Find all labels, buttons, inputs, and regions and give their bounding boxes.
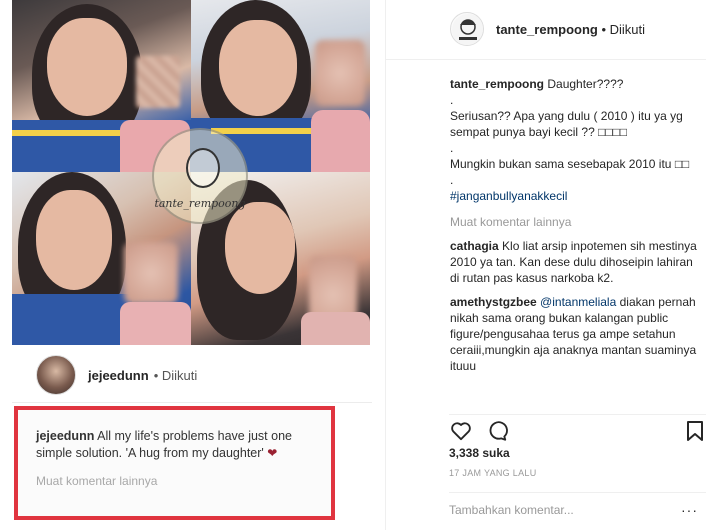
comment-icon[interactable] bbox=[485, 419, 509, 443]
more-options-icon[interactable]: ··· bbox=[681, 502, 698, 518]
watermark-logo: tante_rempoong bbox=[152, 128, 248, 224]
post-author-link[interactable]: tante_rempoong • Diikuti bbox=[496, 22, 645, 37]
embedded-caption-username: jejeedunn bbox=[36, 429, 95, 443]
caption-username[interactable]: tante_rempoong bbox=[450, 77, 544, 91]
heart-icon[interactable] bbox=[449, 419, 473, 443]
highlighted-caption-box: jejeedunn All my life's problems have ju… bbox=[14, 406, 335, 520]
add-comment-bar: ··· bbox=[449, 492, 706, 530]
comments-section: tante_rempoong Daughter???? . Seriusan??… bbox=[450, 76, 702, 374]
hashtag-link[interactable]: #janganbullyanakkecil bbox=[450, 188, 702, 204]
bookmark-icon[interactable] bbox=[683, 419, 706, 443]
caption-line-3: Seriusan?? Apa yang dulu ( 2010 ) itu ya… bbox=[450, 109, 683, 139]
like-count[interactable]: 3,338 suka bbox=[449, 446, 510, 460]
post-header: tante_rempoong • Diikuti bbox=[386, 0, 706, 60]
post-timestamp[interactable]: 17 JAM YANG LALU bbox=[449, 468, 537, 478]
action-bar bbox=[449, 414, 706, 443]
embedded-load-more-comments: Muat komentar lainnya bbox=[36, 474, 158, 488]
comment-item: amethystgzbee @intanmeliala diakan perna… bbox=[450, 294, 702, 374]
caption-line-1: Daughter???? bbox=[547, 77, 624, 91]
post-caption: tante_rempoong Daughter???? . Seriusan??… bbox=[450, 76, 702, 204]
comment-item: cathagia Klo liat arsip inpotemen sih me… bbox=[450, 238, 702, 286]
embedded-caption: jejeedunn All my life's problems have ju… bbox=[36, 428, 315, 462]
load-more-comments-button[interactable]: Muat komentar lainnya bbox=[450, 214, 702, 230]
caption-line-4: . bbox=[450, 141, 454, 155]
post-media: tante_rempoong jejeedunn • Diikuti jejee… bbox=[0, 0, 385, 530]
photo-collage[interactable]: tante_rempoong bbox=[12, 0, 370, 345]
comment-username[interactable]: amethystgzbee bbox=[450, 295, 537, 309]
caption-line-2: . bbox=[450, 93, 454, 107]
embedded-post-author: jejeedunn • Diikuti bbox=[36, 350, 197, 400]
comment-mention[interactable]: @intanmeliala bbox=[540, 295, 616, 309]
caption-line-6: . bbox=[450, 173, 454, 187]
avatar[interactable] bbox=[450, 12, 484, 46]
embedded-author-username: jejeedunn bbox=[88, 367, 149, 383]
watermark-text: tante_rempoong bbox=[154, 197, 246, 210]
post-panel: tante_rempoong • Diikuti tante_rempoong … bbox=[385, 0, 706, 530]
follow-status: • Diikuti bbox=[601, 22, 646, 37]
comment-username[interactable]: cathagia bbox=[450, 239, 499, 253]
embedded-follow-status: • Diikuti bbox=[153, 367, 198, 383]
divider bbox=[12, 402, 372, 403]
post-author-username: tante_rempoong bbox=[496, 22, 598, 37]
profile-picture-icon bbox=[452, 14, 483, 45]
add-comment-input[interactable] bbox=[449, 503, 679, 517]
broken-heart-icon: ❤ bbox=[267, 446, 278, 460]
avatar bbox=[36, 355, 76, 395]
caption-line-5: Mungkin bukan sama sesebapak 2010 itu □□ bbox=[450, 157, 690, 171]
